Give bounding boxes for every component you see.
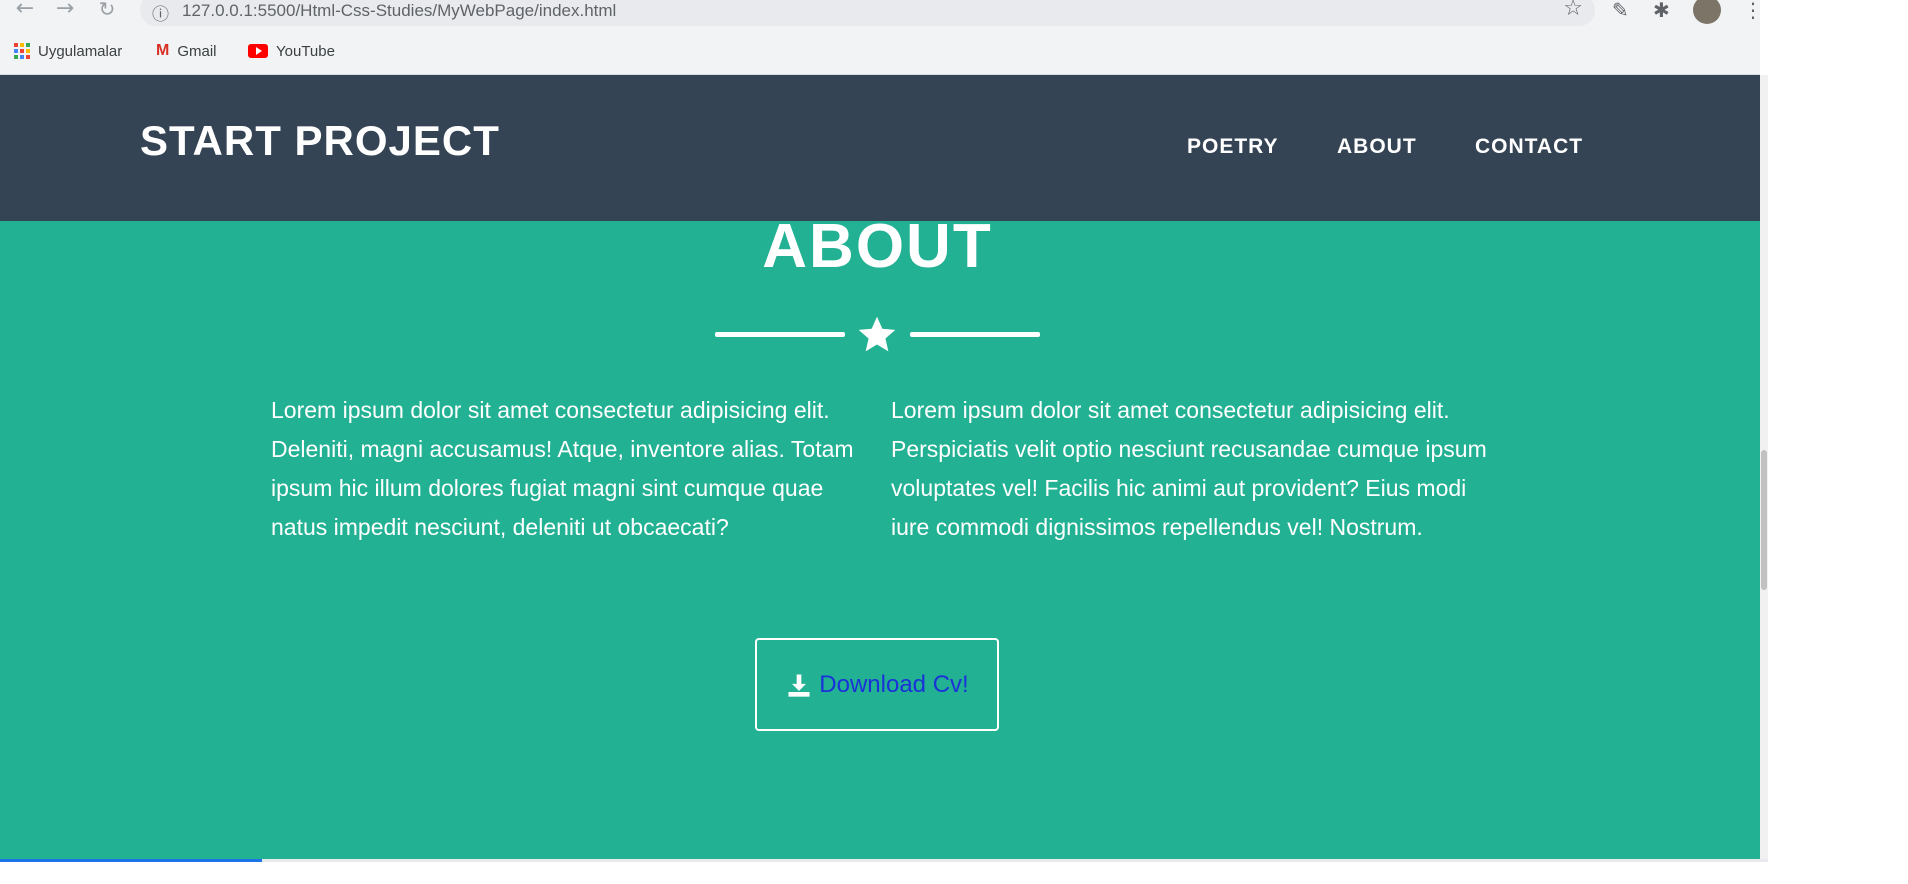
browser-toolbar: ← → ↻ ⓘ 127.0.0.1:5500/Html-Css-Studies/… (0, 0, 1763, 30)
bookmark-star-icon[interactable]: ☆ (1563, 0, 1583, 21)
scrollbar-thumb[interactable] (1761, 450, 1767, 590)
about-text-right: Lorem ipsum dolor sit amet consectetur a… (891, 397, 1487, 540)
extensions-icon[interactable]: ✱ (1653, 0, 1670, 22)
brand-logo[interactable]: START PROJECT (140, 117, 500, 165)
nav-link-contact[interactable]: CONTACT (1475, 135, 1583, 159)
divider-line-left (715, 332, 845, 337)
about-section: ABOUT Lorem ipsum dolor sit amet consect… (0, 212, 1760, 859)
eyedropper-icon[interactable]: ✎ (1612, 0, 1629, 22)
progress-segment (0, 859, 262, 862)
address-bar[interactable]: ⓘ 127.0.0.1:5500/Html-Css-Studies/MyWebP… (140, 0, 1595, 26)
page-scrollbar[interactable] (1760, 75, 1768, 859)
site-info-icon[interactable]: ⓘ (152, 0, 169, 25)
section-title: ABOUT (762, 212, 993, 281)
star-icon (858, 316, 896, 352)
gmail-icon: M (156, 42, 170, 59)
bottom-progress-strip (0, 859, 1768, 862)
back-icon[interactable]: ← (10, 0, 40, 22)
bookmark-apps[interactable]: Uygulamalar (14, 38, 122, 64)
bookmarks-bar: Uygulamalar M Gmail YouTube (0, 30, 1760, 75)
apps-grid-icon (14, 43, 30, 59)
nav-link-about[interactable]: ABOUT (1337, 135, 1417, 159)
nav-link-poetry[interactable]: POETRY (1187, 135, 1279, 159)
address-bar-url[interactable]: 127.0.0.1:5500/Html-Css-Studies/MyWebPag… (182, 1, 616, 21)
bookmark-label: Uygulamalar (38, 42, 123, 60)
menu-icon[interactable]: ⋮ (1743, 0, 1763, 22)
bookmark-gmail[interactable]: M Gmail (156, 38, 217, 64)
download-cv-label: Download Cv! (819, 670, 969, 698)
about-text-left: Lorem ipsum dolor sit amet consectetur a… (271, 397, 854, 540)
reload-icon[interactable]: ↻ (92, 0, 122, 22)
bookmark-youtube[interactable]: YouTube (248, 38, 335, 64)
forward-icon[interactable]: → (50, 0, 80, 22)
divider-line-right (910, 332, 1040, 337)
profile-avatar[interactable] (1693, 0, 1721, 24)
bookmark-label: Gmail (177, 42, 217, 60)
download-icon (788, 674, 810, 697)
download-cv-button[interactable]: Download Cv! (755, 638, 999, 731)
youtube-icon (248, 44, 268, 58)
bookmark-label: YouTube (276, 42, 335, 60)
site-header: START PROJECT POETRY ABOUT CONTACT (0, 75, 1760, 221)
